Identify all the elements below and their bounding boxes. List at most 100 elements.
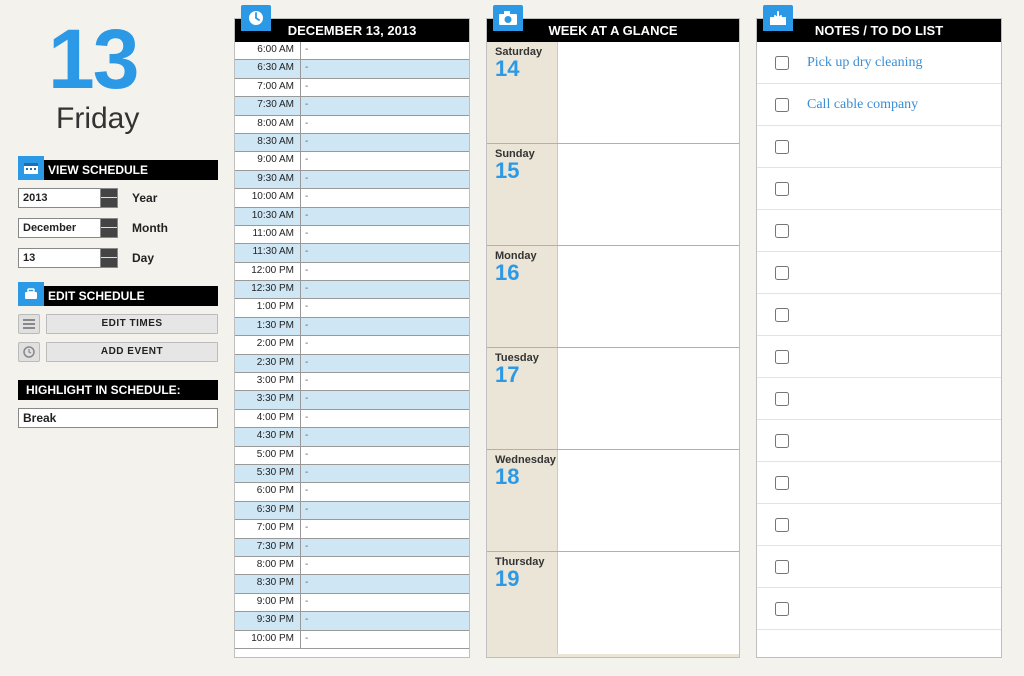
note-checkbox[interactable] bbox=[775, 266, 789, 280]
week-day[interactable]: Thursday19 bbox=[487, 552, 739, 654]
event-cell[interactable]: - bbox=[301, 336, 469, 353]
time-row[interactable]: 1:00 PM- bbox=[235, 299, 469, 317]
week-day[interactable]: Sunday15 bbox=[487, 144, 739, 246]
time-row[interactable]: 12:00 PM- bbox=[235, 263, 469, 281]
time-row[interactable]: 7:30 PM- bbox=[235, 539, 469, 557]
time-row[interactable]: 2:30 PM- bbox=[235, 355, 469, 373]
time-row[interactable]: 8:30 AM- bbox=[235, 134, 469, 152]
add-event-button[interactable]: ADD EVENT bbox=[46, 342, 218, 362]
time-row[interactable]: 9:00 PM- bbox=[235, 594, 469, 612]
time-row[interactable]: 10:00 PM- bbox=[235, 631, 469, 649]
event-cell[interactable]: - bbox=[301, 281, 469, 298]
event-cell[interactable]: - bbox=[301, 483, 469, 500]
year-input[interactable]: 2013 ▲▼ bbox=[18, 188, 118, 208]
event-cell[interactable]: - bbox=[301, 189, 469, 206]
time-row[interactable]: 7:30 AM- bbox=[235, 97, 469, 115]
time-row[interactable]: 6:00 AM- bbox=[235, 42, 469, 60]
event-cell[interactable]: - bbox=[301, 318, 469, 335]
event-cell[interactable]: - bbox=[301, 428, 469, 445]
edit-times-button[interactable]: EDIT TIMES bbox=[46, 314, 218, 334]
time-row[interactable]: 11:00 AM- bbox=[235, 226, 469, 244]
note-checkbox[interactable] bbox=[775, 140, 789, 154]
day-input[interactable]: 13 ▲▼ bbox=[18, 248, 118, 268]
week-day[interactable]: Tuesday17 bbox=[487, 348, 739, 450]
event-cell[interactable]: - bbox=[301, 410, 469, 427]
event-cell[interactable]: - bbox=[301, 60, 469, 77]
time-row[interactable]: 1:30 PM- bbox=[235, 318, 469, 336]
event-cell[interactable]: - bbox=[301, 539, 469, 556]
event-cell[interactable]: - bbox=[301, 208, 469, 225]
week-day[interactable]: Saturday14 bbox=[487, 42, 739, 144]
event-cell[interactable]: - bbox=[301, 116, 469, 133]
event-cell[interactable]: - bbox=[301, 263, 469, 280]
time-row[interactable]: 3:30 PM- bbox=[235, 391, 469, 409]
time-row[interactable]: 12:30 PM- bbox=[235, 281, 469, 299]
time-row[interactable]: 11:30 AM- bbox=[235, 244, 469, 262]
note-checkbox[interactable] bbox=[775, 602, 789, 616]
event-cell[interactable]: - bbox=[301, 42, 469, 59]
event-cell[interactable]: - bbox=[301, 502, 469, 519]
note-checkbox[interactable] bbox=[775, 434, 789, 448]
time-row[interactable]: 8:00 AM- bbox=[235, 116, 469, 134]
time-row[interactable]: 10:00 AM- bbox=[235, 189, 469, 207]
week-day-events[interactable] bbox=[557, 450, 739, 551]
event-cell[interactable]: - bbox=[301, 226, 469, 243]
time-row[interactable]: 6:30 PM- bbox=[235, 502, 469, 520]
time-row[interactable]: 8:00 PM- bbox=[235, 557, 469, 575]
time-row[interactable]: 4:00 PM- bbox=[235, 410, 469, 428]
event-cell[interactable]: - bbox=[301, 299, 469, 316]
time-row[interactable]: 4:30 PM- bbox=[235, 428, 469, 446]
note-checkbox[interactable] bbox=[775, 182, 789, 196]
event-cell[interactable]: - bbox=[301, 152, 469, 169]
event-cell[interactable]: - bbox=[301, 97, 469, 114]
time-row[interactable]: 5:30 PM- bbox=[235, 465, 469, 483]
time-row[interactable]: 9:00 AM- bbox=[235, 152, 469, 170]
note-text[interactable]: Pick up dry cleaning bbox=[807, 55, 922, 71]
time-row[interactable]: 6:30 AM- bbox=[235, 60, 469, 78]
note-checkbox[interactable] bbox=[775, 560, 789, 574]
time-row[interactable]: 7:00 PM- bbox=[235, 520, 469, 538]
week-day-events[interactable] bbox=[557, 552, 739, 654]
note-checkbox[interactable] bbox=[775, 56, 789, 70]
month-input[interactable]: December ▲▼ bbox=[18, 218, 118, 238]
week-day[interactable]: Monday16 bbox=[487, 246, 739, 348]
event-cell[interactable]: - bbox=[301, 631, 469, 648]
event-cell[interactable]: - bbox=[301, 594, 469, 611]
time-row[interactable]: 8:30 PM- bbox=[235, 575, 469, 593]
week-day-events[interactable] bbox=[557, 348, 739, 449]
event-cell[interactable]: - bbox=[301, 171, 469, 188]
note-text[interactable]: Call cable company bbox=[807, 97, 918, 113]
week-day-events[interactable] bbox=[557, 246, 739, 347]
event-cell[interactable]: - bbox=[301, 355, 469, 372]
time-row[interactable]: 3:00 PM- bbox=[235, 373, 469, 391]
time-row[interactable]: 9:30 PM- bbox=[235, 612, 469, 630]
time-row[interactable]: 2:00 PM- bbox=[235, 336, 469, 354]
event-cell[interactable]: - bbox=[301, 575, 469, 592]
note-checkbox[interactable] bbox=[775, 476, 789, 490]
time-row[interactable]: 7:00 AM- bbox=[235, 79, 469, 97]
week-day-events[interactable] bbox=[557, 144, 739, 245]
note-checkbox[interactable] bbox=[775, 518, 789, 532]
highlight-input[interactable]: Break bbox=[18, 408, 218, 428]
time-row[interactable]: 9:30 AM- bbox=[235, 171, 469, 189]
event-cell[interactable]: - bbox=[301, 244, 469, 261]
week-day-events[interactable] bbox=[557, 42, 739, 143]
event-cell[interactable]: - bbox=[301, 373, 469, 390]
event-cell[interactable]: - bbox=[301, 612, 469, 629]
event-cell[interactable]: - bbox=[301, 391, 469, 408]
time-row[interactable]: 5:00 PM- bbox=[235, 447, 469, 465]
time-row[interactable]: 6:00 PM- bbox=[235, 483, 469, 501]
time-row[interactable]: 10:30 AM- bbox=[235, 208, 469, 226]
event-cell[interactable]: - bbox=[301, 557, 469, 574]
event-cell[interactable]: - bbox=[301, 465, 469, 482]
event-cell[interactable]: - bbox=[301, 79, 469, 96]
event-cell[interactable]: - bbox=[301, 134, 469, 151]
note-checkbox[interactable] bbox=[775, 98, 789, 112]
note-checkbox[interactable] bbox=[775, 392, 789, 406]
note-checkbox[interactable] bbox=[775, 224, 789, 238]
event-cell[interactable]: - bbox=[301, 447, 469, 464]
event-cell[interactable]: - bbox=[301, 520, 469, 537]
note-checkbox[interactable] bbox=[775, 308, 789, 322]
note-checkbox[interactable] bbox=[775, 350, 789, 364]
week-day[interactable]: Wednesday18 bbox=[487, 450, 739, 552]
